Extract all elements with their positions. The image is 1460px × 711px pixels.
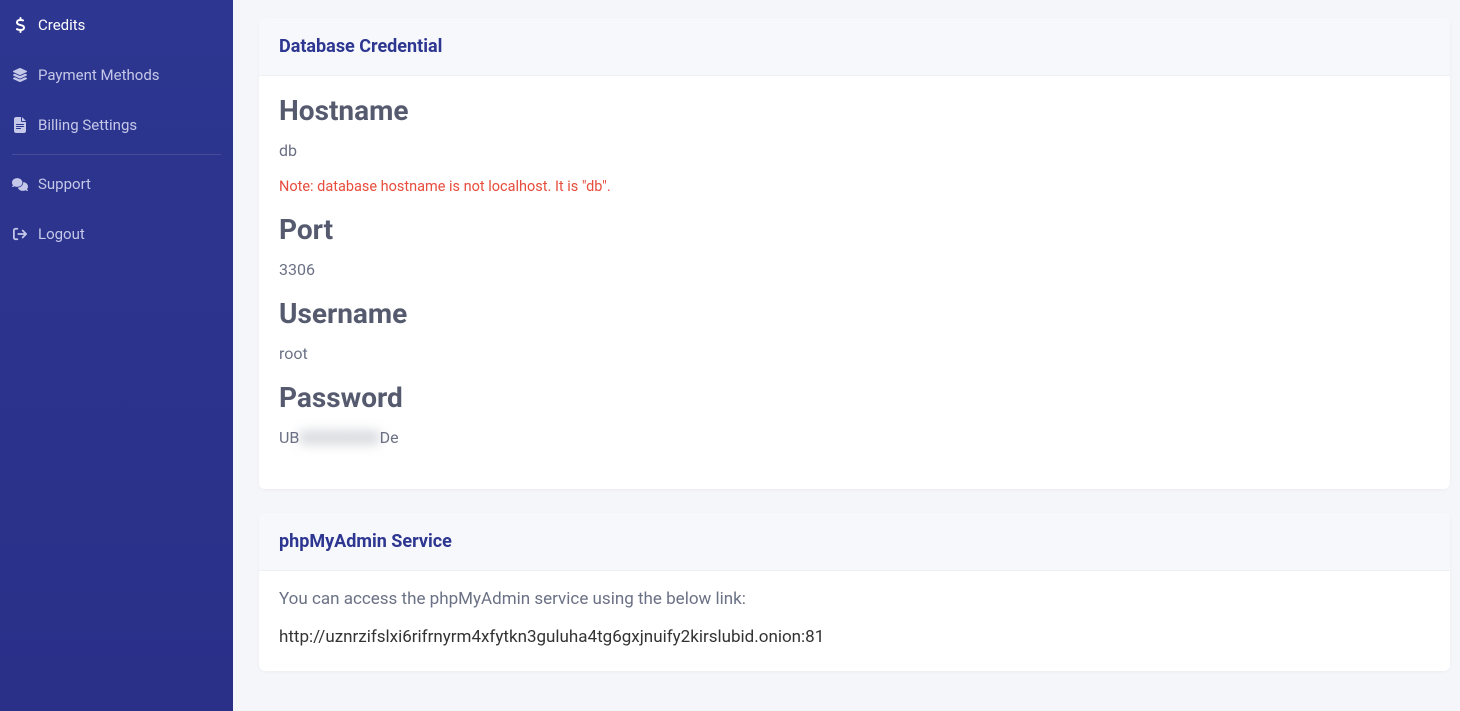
sidebar-item-label: Credits [38,16,85,34]
layers-icon [12,67,28,83]
chat-icon [12,176,28,192]
card-header-pma: phpMyAdmin Service [259,513,1450,571]
logout-icon [12,226,28,242]
sidebar-item-billing-settings[interactable]: Billing Settings [0,100,233,150]
sidebar-item-label: Payment Methods [38,66,160,84]
pma-link[interactable]: http://uznrzifslxi6rifrnyrm4xfytkn3guluh… [279,627,1430,647]
hostname-value: db [279,141,1430,160]
card-phpmyadmin: phpMyAdmin Service You can access the ph… [259,513,1450,671]
main-content: Database Credential Hostname db Note: da… [233,0,1460,711]
sidebar-item-label: Support [38,175,91,193]
dollar-icon [12,17,28,33]
sidebar-item-logout[interactable]: Logout [0,209,233,259]
password-heading: Password [279,381,1430,414]
sidebar-item-label: Logout [38,225,85,243]
port-heading: Port [279,213,1430,246]
sidebar-item-credits[interactable]: Credits [0,0,233,50]
card-header-dbcred: Database Credential [259,18,1450,76]
sidebar-item-support[interactable]: Support [0,159,233,209]
sidebar-item-payment-methods[interactable]: Payment Methods [0,50,233,100]
password-suffix: De [380,428,399,447]
hostname-note: Note: database hostname is not localhost… [279,178,1430,195]
pma-intro-text: You can access the phpMyAdmin service us… [279,589,1430,609]
username-value: root [279,344,1430,363]
file-icon [12,117,28,133]
hostname-heading: Hostname [279,94,1430,127]
card-body-dbcred: Hostname db Note: database hostname is n… [259,76,1450,489]
password-value: UBXXXXXXXXDe [279,428,1430,447]
password-hidden: XXXXXXXX [299,428,379,447]
sidebar-item-label: Billing Settings [38,116,137,134]
port-value: 3306 [279,260,1430,279]
card-database-credential: Database Credential Hostname db Note: da… [259,18,1450,489]
sidebar: Credits Payment Methods Billing Settings… [0,0,233,711]
sidebar-divider [12,154,221,155]
card-body-pma: You can access the phpMyAdmin service us… [259,571,1450,671]
username-heading: Username [279,297,1430,330]
password-prefix: UB [279,428,299,447]
